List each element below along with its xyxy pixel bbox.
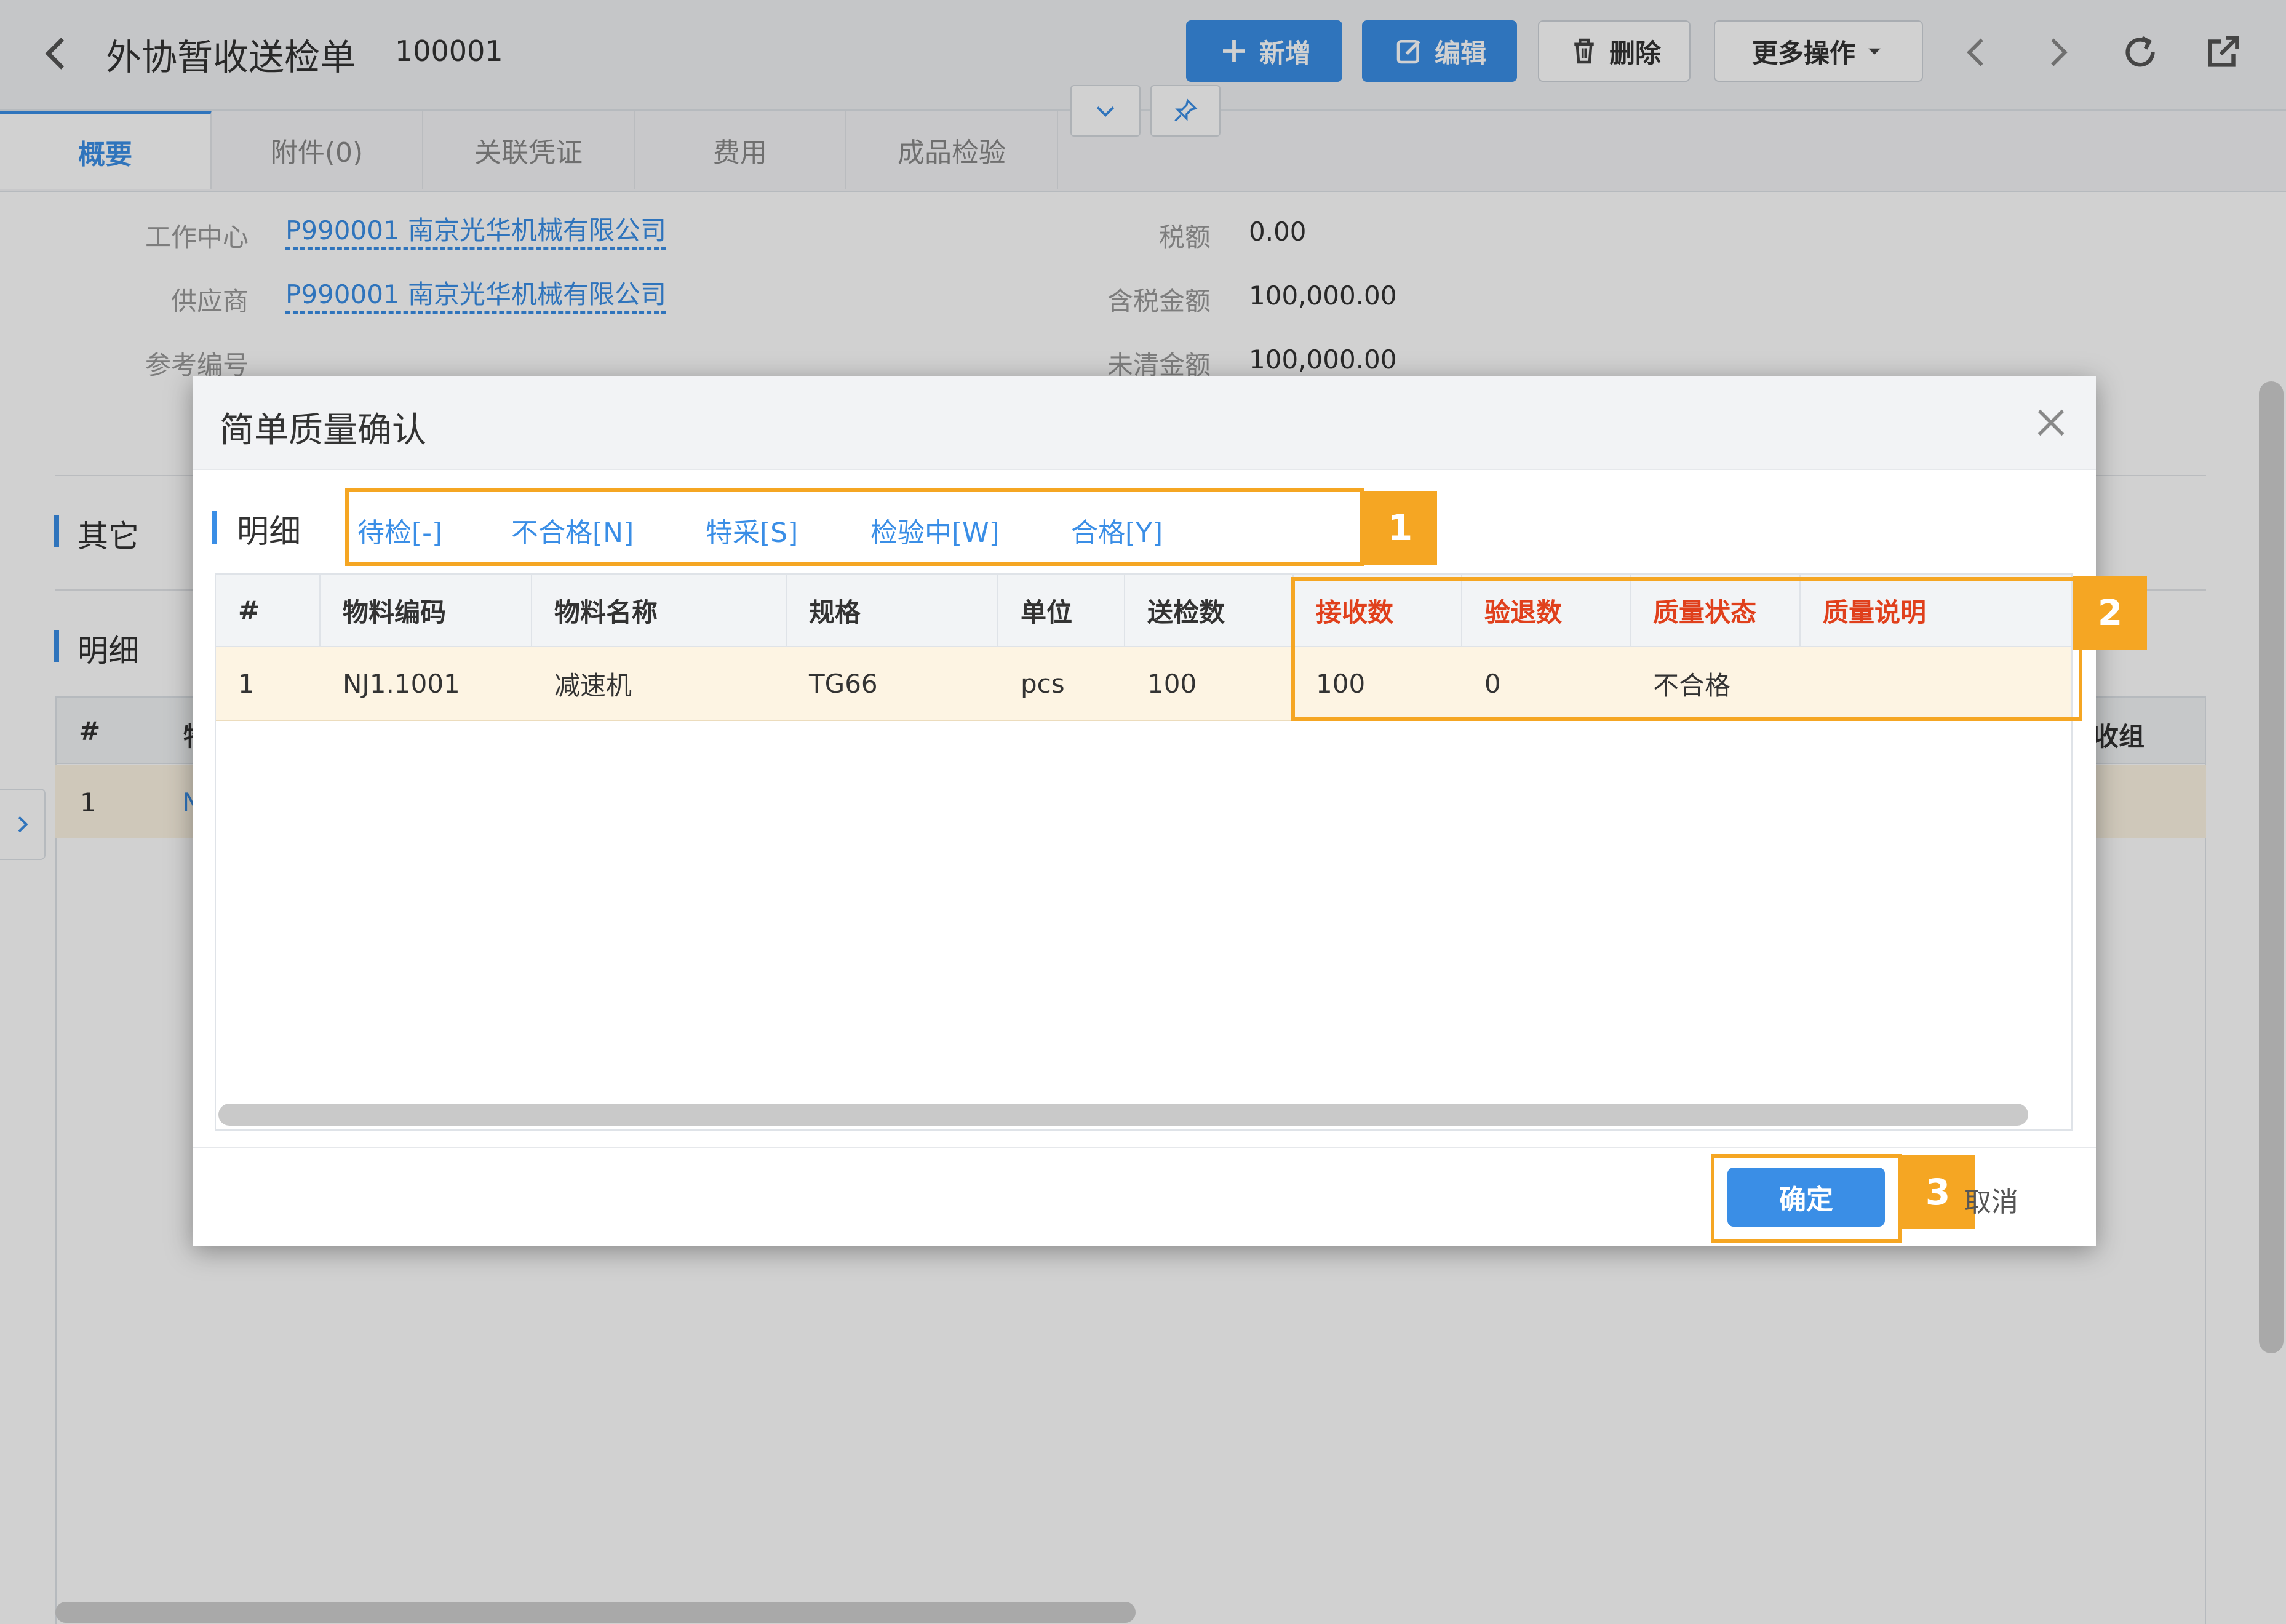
dialog-header: 简单质量确认 (193, 376, 2096, 470)
cancel-button[interactable]: 取消 (1964, 1180, 2018, 1219)
callout-box-1 (345, 488, 1364, 566)
cell-index: 1 (238, 668, 255, 699)
callout-number-3: 3 (1901, 1155, 1975, 1229)
quality-confirm-dialog: 简单质量确认 明细 待检[-] 不合格[N] 特采[S] 检验中[W] 合格[Y… (193, 376, 2147, 1246)
cell-spec: TG66 (809, 668, 878, 699)
col-index: # (216, 575, 321, 646)
col-material-name: 物料名称 (532, 575, 787, 646)
col-unit: 单位 (998, 575, 1125, 646)
callout-number-2: 2 (2073, 576, 2147, 650)
cell-material-code: NJ1.1001 (343, 668, 460, 699)
dialog-title: 简单质量确认 (220, 410, 426, 450)
col-sent-qty: 送检数 (1125, 575, 1294, 646)
callout-box-2 (1291, 577, 2082, 721)
confirm-button[interactable]: 确定 (1727, 1168, 1885, 1227)
dialog-detail-label: 明细 (212, 506, 301, 552)
cell-sent-qty: 100 (1147, 668, 1197, 699)
cell-material-name: 减速机 (554, 670, 632, 701)
callout-number-1: 1 (1363, 491, 1437, 565)
grid-horizontal-scrollbar[interactable] (218, 1104, 2028, 1126)
col-material-code: 物料编码 (321, 575, 532, 646)
close-icon[interactable] (2031, 402, 2071, 443)
col-spec: 规格 (787, 575, 998, 646)
dialog-footer-divider (193, 1147, 2096, 1148)
cell-unit: pcs (1021, 668, 1065, 699)
